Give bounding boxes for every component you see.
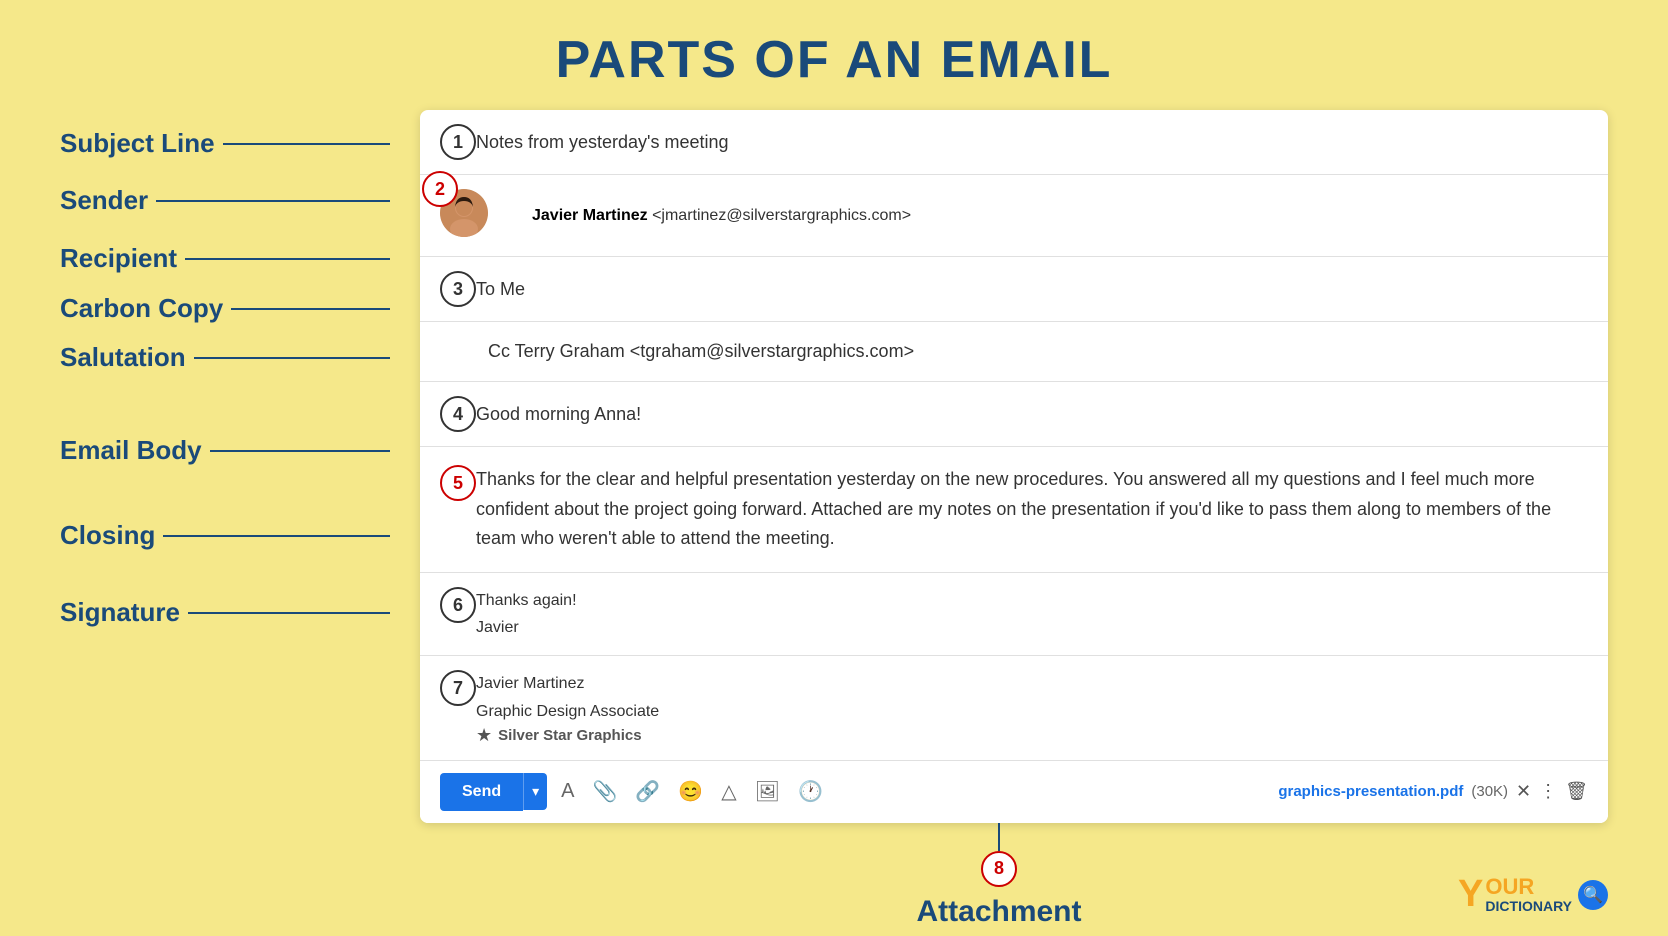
drive-icon[interactable]: △ — [717, 775, 740, 808]
carbon-copy-label: Carbon Copy — [60, 293, 223, 324]
signature-connector — [188, 612, 390, 614]
badge-3: 3 — [440, 271, 476, 307]
sig-name: Javier Martinez — [476, 670, 659, 697]
send-button-group[interactable]: Send ▾ — [440, 773, 547, 811]
email-body-label-row: Email Body — [60, 435, 390, 466]
attachment-delete-icon[interactable]: 🗑 — [1565, 781, 1588, 802]
logo-our: OUR — [1485, 876, 1572, 898]
closing-line2: Javier — [476, 614, 577, 641]
attachment-more-icon[interactable]: ⋮ — [1539, 781, 1557, 802]
email-body-connector — [210, 450, 390, 452]
attachment-line — [998, 823, 1000, 851]
attachment-label-group: 8 Attachment — [916, 823, 1081, 929]
recipient-row: 3 To Me — [420, 257, 1608, 322]
recipient-label-row: Recipient — [60, 243, 390, 274]
badge-7: 7 — [440, 670, 476, 706]
email-body-label: Email Body — [60, 435, 202, 466]
sender-label-row: Sender — [60, 185, 390, 216]
signature-label: Signature — [60, 597, 180, 628]
emoji-icon[interactable]: 😊 — [674, 775, 707, 808]
salutation-label-row: Salutation — [60, 342, 390, 373]
signature-row: 7 Javier Martinez Graphic Design Associa… — [420, 656, 1608, 760]
page-title: PARTS OF AN EMAIL — [0, 0, 1668, 110]
cc-row: Cc Terry Graham <tgraham@silverstargraph… — [420, 322, 1608, 382]
signature-content: Javier Martinez Graphic Design Associate… — [476, 670, 659, 745]
sender-name: Javier Martinez — [532, 207, 648, 224]
sender-info: Javier Martinez <jmartinez@silverstargra… — [532, 207, 911, 225]
closing-connector — [163, 535, 390, 537]
sender-email: <jmartinez@silverstargraphics.com> — [652, 207, 911, 224]
recipient-text: To Me — [476, 279, 525, 300]
yourdictionary-logo: Y OUR DICTIONARY 🔍 — [1458, 873, 1608, 916]
salutation-connector — [194, 357, 390, 359]
send-dropdown-button[interactable]: ▾ — [523, 773, 547, 810]
badge-4: 4 — [440, 396, 476, 432]
attachment-actions[interactable]: ✕ ⋮ 🗑 — [1516, 781, 1588, 802]
recipient-label: Recipient — [60, 243, 177, 274]
badge-1: 1 — [440, 124, 476, 160]
send-button[interactable]: Send — [440, 773, 523, 811]
star-icon: ★ — [476, 725, 492, 746]
subject-line-connector — [223, 143, 390, 145]
attachment-label: Attachment — [916, 895, 1081, 929]
image-icon[interactable]: 🖼 — [751, 775, 784, 808]
sender-badge-2: 2 — [440, 189, 500, 242]
badge-5: 5 — [440, 465, 476, 501]
logo-dict: DICTIONARY — [1485, 898, 1572, 914]
closing-line1: Thanks again! — [476, 587, 577, 614]
subject-line-label-row: Subject Line — [60, 128, 390, 159]
attachment-icon[interactable]: 📎 — [589, 775, 622, 808]
sig-company: ★ Silver Star Graphics — [476, 725, 659, 746]
sender-label: Sender — [60, 185, 148, 216]
sender-row: 2 Javier Martinez <jmar — [420, 175, 1608, 257]
body-row: 5 Thanks for the clear and helpful prese… — [420, 447, 1608, 573]
signature-label-row: Signature — [60, 597, 390, 628]
sender-connector — [156, 200, 390, 202]
email-panel: 1 Notes from yesterday's meeting 2 — [420, 110, 1608, 823]
logo-magnifier-icon: 🔍 — [1578, 880, 1608, 910]
attachment-info: graphics-presentation.pdf (30K) ✕ ⋮ 🗑 — [1278, 781, 1588, 802]
subject-text: Notes from yesterday's meeting — [476, 132, 729, 153]
logo-y: Y — [1458, 873, 1483, 916]
body-text: Thanks for the clear and helpful present… — [476, 465, 1588, 554]
salutation-row: 4 Good morning Anna! — [420, 382, 1608, 447]
carbon-copy-label-row: Carbon Copy — [60, 293, 390, 324]
salutation-text: Good morning Anna! — [476, 404, 641, 425]
recipient-connector — [185, 258, 390, 260]
cc-text: Cc Terry Graham <tgraham@silverstargraph… — [488, 341, 914, 362]
subject-row: 1 Notes from yesterday's meeting — [420, 110, 1608, 175]
attachment-filename: graphics-presentation.pdf — [1278, 783, 1463, 800]
salutation-label: Salutation — [60, 342, 186, 373]
closing-row: 6 Thanks again! Javier — [420, 573, 1608, 656]
carbon-copy-connector — [231, 308, 390, 310]
toolbar-row: Send ▾ A 📎 🔗 😊 △ 🖼 🕐 graphics-presentati… — [420, 761, 1608, 823]
format-text-icon[interactable]: A — [557, 776, 578, 807]
closing-label: Closing — [60, 520, 155, 551]
sig-title: Graphic Design Associate — [476, 698, 659, 725]
closing-label-row: Closing — [60, 520, 390, 551]
subject-line-label: Subject Line — [60, 128, 215, 159]
attachment-size: (30K) — [1471, 783, 1508, 800]
closing-text: Thanks again! Javier — [476, 587, 577, 641]
clock-icon[interactable]: 🕐 — [794, 775, 827, 808]
attachment-close-icon[interactable]: ✕ — [1516, 781, 1531, 802]
badge-8: 8 — [981, 851, 1017, 887]
link-icon[interactable]: 🔗 — [631, 775, 664, 808]
badge-6: 6 — [440, 587, 476, 623]
